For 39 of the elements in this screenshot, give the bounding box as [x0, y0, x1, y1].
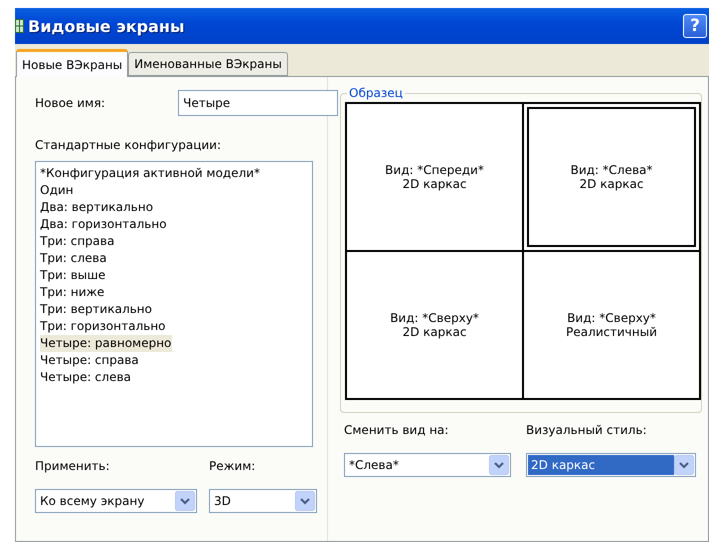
field-label: Новое имя:: [35, 96, 106, 110]
tab[interactable]: Именованные ВЭкраны: [128, 52, 288, 76]
list-item[interactable]: Четыре: слева: [40, 369, 132, 386]
list-item[interactable]: Три: вертикально: [40, 301, 153, 318]
tab[interactable]: Новые ВЭкраны: [16, 49, 128, 77]
group-title: Образец: [347, 86, 405, 100]
option-label: Режим:: [209, 459, 256, 473]
viewport-caption: Вид: *Слева* 2D каркас: [570, 163, 653, 191]
configuration-list[interactable]: *Конфигурация активной модели* Один Два: вертикально Два: горизонтально Три: справа Три: слева Три: выше Три: ниже Три: вертикально Три: горизонтально Четыре: равномерно Четыре: справа Четыре: слева: [35, 161, 313, 447]
option-label: Визуальный стиль:: [526, 423, 648, 437]
viewport[interactable]: Вид: *Сверху* Реалистичный: [524, 252, 699, 398]
dropdown[interactable]: *Слева*: [344, 453, 511, 477]
dropdown[interactable]: 3D: [209, 489, 317, 513]
window-title: Видовые экраны: [27, 16, 186, 36]
list-item[interactable]: Три: ниже: [40, 284, 106, 301]
list-item[interactable]: Один: [40, 182, 74, 199]
list-item[interactable]: Два: горизонтально: [40, 216, 168, 233]
option-label: Применить:: [35, 459, 111, 473]
help-button[interactable]: ?: [683, 14, 707, 38]
viewport-caption: Вид: *Сверху* Реалистичный: [566, 311, 658, 339]
list-item[interactable]: Три: выше: [40, 267, 107, 284]
app-icon: [15, 18, 24, 34]
list-item[interactable]: Четыре: равномерно: [40, 335, 172, 352]
viewport-caption: Вид: *Спереди* 2D каркас: [385, 163, 484, 191]
list-item[interactable]: Три: слева: [40, 250, 108, 267]
list-item[interactable]: Три: горизонтально: [40, 318, 167, 335]
list-item[interactable]: Четыре: справа: [40, 352, 140, 369]
list-item[interactable]: Три: справа: [40, 233, 116, 250]
list-item[interactable]: Два: вертикально: [40, 199, 154, 216]
viewport[interactable]: Вид: *Спереди* 2D каркас: [347, 104, 522, 250]
name-field[interactable]: Четыре: [178, 90, 338, 116]
list-label: Стандартные конфигурации:: [35, 138, 222, 152]
dropdown[interactable]: 2D каркас: [526, 453, 696, 477]
dropdown[interactable]: Ко всему экрану: [35, 489, 197, 513]
viewport-caption: Вид: *Сверху* 2D каркас: [390, 311, 479, 339]
viewport[interactable]: Вид: *Сверху* 2D каркас: [347, 252, 522, 398]
list-item[interactable]: *Конфигурация активной модели*: [40, 165, 261, 182]
option-label: Сменить вид на:: [344, 423, 450, 437]
viewport[interactable]: Вид: *Слева* 2D каркас: [524, 104, 699, 250]
